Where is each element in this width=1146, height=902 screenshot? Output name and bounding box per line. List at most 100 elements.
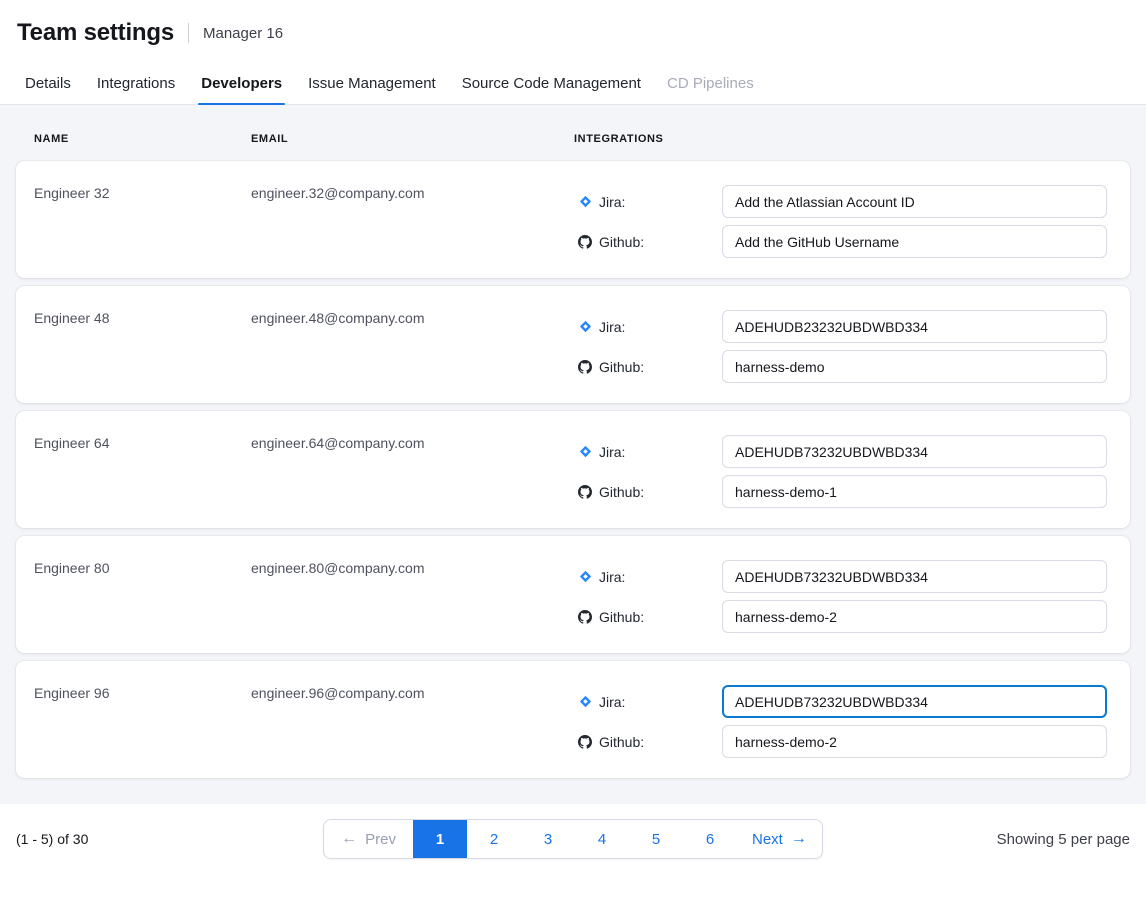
tab-integrations[interactable]: Integrations [84,62,188,104]
page-button-1[interactable]: 1 [413,820,467,858]
page-button-2[interactable]: 2 [467,820,521,858]
github-icon [578,485,592,499]
jira-label: Jira: [599,194,625,210]
github-integration-row: Github: [574,225,1112,258]
developer-row: Engineer 32 engineer.32@company.com Jira… [16,161,1130,278]
pagination-range: (1 - 5) of 30 [16,831,323,847]
jira-label: Jira: [599,694,625,710]
github-integration-row: Github: [574,600,1112,633]
github-username-input[interactable] [722,475,1107,508]
github-icon [578,610,592,624]
jira-account-input[interactable] [722,560,1107,593]
jira-account-input-focused[interactable] [722,685,1107,718]
developer-email: engineer.48@company.com [251,310,574,383]
developer-row: Engineer 64 engineer.64@company.com Jira… [16,411,1130,528]
github-label-group: Github: [574,609,722,625]
jira-label-group: Jira: [574,194,722,210]
table-header: NAME EMAIL INTEGRATIONS [16,121,1130,161]
developer-row: Engineer 48 engineer.48@company.com Jira… [16,286,1130,403]
github-icon [578,235,592,249]
github-icon [578,360,592,374]
next-page-button[interactable]: Next → [737,820,822,858]
jira-label: Jira: [599,569,625,585]
developer-email: engineer.64@company.com [251,435,574,508]
developer-row: Engineer 80 engineer.80@company.com Jira… [16,536,1130,653]
jira-icon [578,445,592,459]
page-button-6[interactable]: 6 [683,820,737,858]
tab-cd-pipelines: CD Pipelines [654,62,767,104]
left-arrow-icon: ← [341,831,357,847]
jira-label-group: Jira: [574,319,722,335]
jira-icon [578,570,592,584]
column-header-name: NAME [34,133,251,145]
jira-label: Jira: [599,319,625,335]
developer-name: Engineer 64 [34,435,251,508]
jira-label-group: Jira: [574,569,722,585]
pagination-control: ← Prev 1 2 3 4 5 6 Next → [323,819,823,859]
tab-source-code-management[interactable]: Source Code Management [449,62,654,104]
developer-name: Engineer 80 [34,560,251,633]
integrations-cell: Jira: Github: [574,435,1112,508]
github-label: Github: [599,484,644,500]
jira-integration-row: Jira: [574,685,1112,718]
github-username-input[interactable] [722,600,1107,633]
developer-name: Engineer 96 [34,685,251,758]
github-integration-row: Github: [574,475,1112,508]
jira-integration-row: Jira: [574,185,1112,218]
developer-email: engineer.96@company.com [251,685,574,758]
jira-label-group: Jira: [574,694,722,710]
developer-name: Engineer 32 [34,185,251,258]
developer-email: engineer.80@company.com [251,560,574,633]
github-username-input[interactable] [722,350,1107,383]
integrations-cell: Jira: Github: [574,185,1112,258]
prev-page-button[interactable]: ← Prev [324,820,413,858]
per-page-text: Showing 5 per page [823,831,1130,848]
github-label-group: Github: [574,734,722,750]
github-username-input[interactable] [722,225,1107,258]
column-header-email: EMAIL [251,133,574,145]
pagination-bar: (1 - 5) of 30 ← Prev 1 2 3 4 5 6 Next → … [0,804,1146,859]
developer-row: Engineer 96 engineer.96@company.com Jira… [16,661,1130,778]
tab-details[interactable]: Details [12,62,84,104]
github-integration-row: Github: [574,350,1112,383]
github-label: Github: [599,734,644,750]
jira-icon [578,195,592,209]
page-button-3[interactable]: 3 [521,820,575,858]
github-label: Github: [599,359,644,375]
github-label: Github: [599,609,644,625]
jira-integration-row: Jira: [574,435,1112,468]
jira-label-group: Jira: [574,444,722,460]
page-button-5[interactable]: 5 [629,820,683,858]
developers-panel: NAME EMAIL INTEGRATIONS Engineer 32 engi… [0,105,1146,804]
github-label: Github: [599,234,644,250]
github-label-group: Github: [574,234,722,250]
jira-account-input[interactable] [722,185,1107,218]
tab-bar: Details Integrations Developers Issue Ma… [0,62,1146,105]
developer-email: engineer.32@company.com [251,185,574,258]
jira-label: Jira: [599,444,625,460]
tab-developers[interactable]: Developers [188,62,295,104]
prev-label: Prev [365,831,396,848]
tab-issue-management[interactable]: Issue Management [295,62,449,104]
integrations-cell: Jira: Github: [574,310,1112,383]
github-integration-row: Github: [574,725,1112,758]
developer-name: Engineer 48 [34,310,251,383]
next-label: Next [752,831,783,848]
page-header: Team settings Manager 16 [0,0,1146,62]
github-username-input[interactable] [722,725,1107,758]
jira-icon [578,695,592,709]
header-subtitle: Manager 16 [203,25,283,42]
github-icon [578,735,592,749]
github-label-group: Github: [574,359,722,375]
jira-account-input[interactable] [722,435,1107,468]
page-title: Team settings [17,19,174,47]
jira-integration-row: Jira: [574,560,1112,593]
header-divider [188,23,189,43]
jira-integration-row: Jira: [574,310,1112,343]
page-button-4[interactable]: 4 [575,820,629,858]
right-arrow-icon: → [791,831,807,847]
jira-icon [578,320,592,334]
integrations-cell: Jira: Github: [574,685,1112,758]
jira-account-input[interactable] [722,310,1107,343]
column-header-integrations: INTEGRATIONS [574,133,1112,145]
